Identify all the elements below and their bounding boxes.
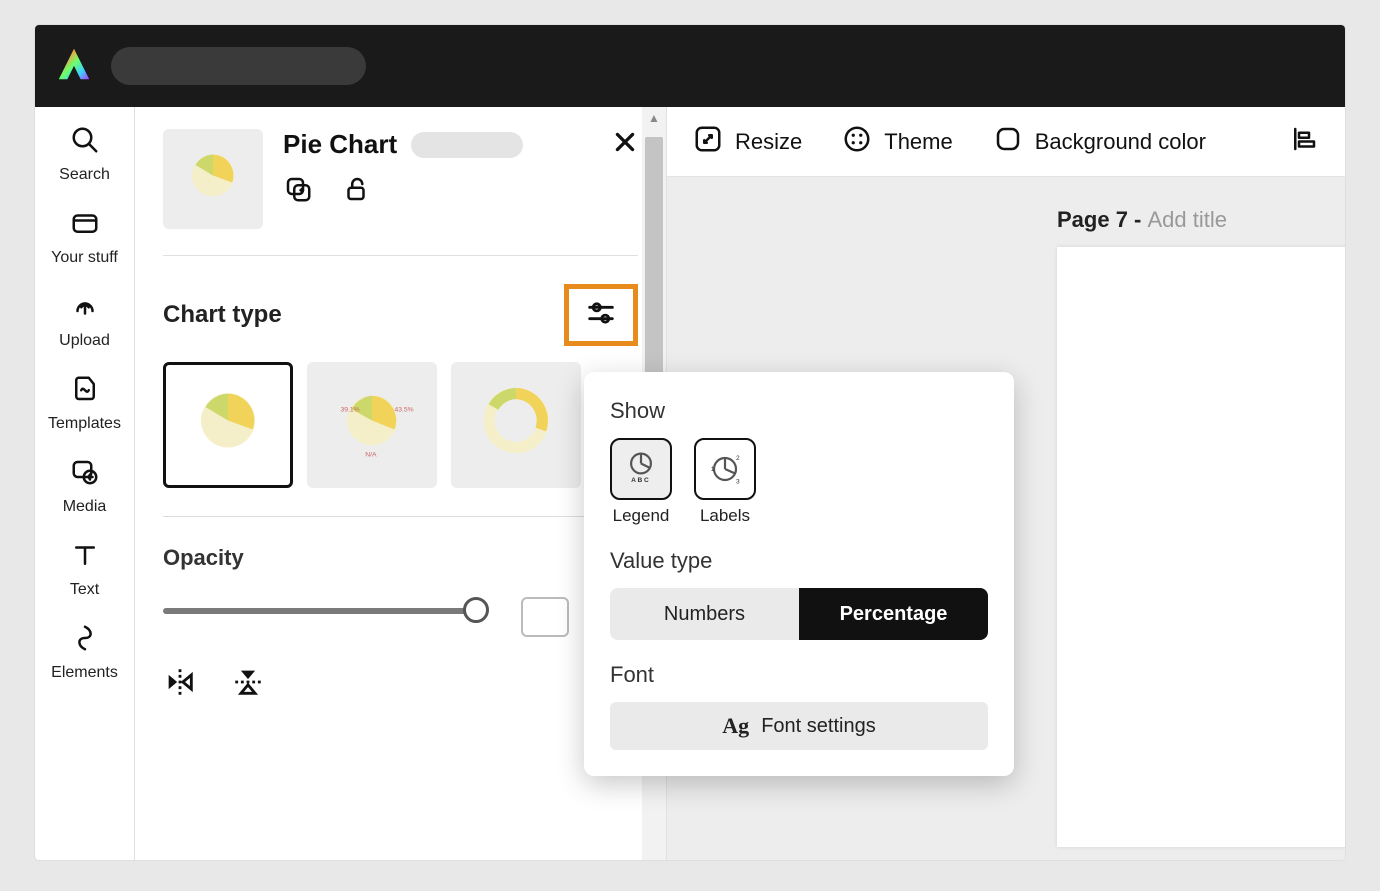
value-type-numbers[interactable]: Numbers xyxy=(610,588,799,640)
topbar xyxy=(35,25,1345,107)
value-type-segmented: Numbers Percentage xyxy=(610,588,988,640)
font-settings-label: Font settings xyxy=(761,715,876,738)
svg-text:2: 2 xyxy=(736,455,740,462)
svg-text:N/A: N/A xyxy=(365,452,377,459)
toolbar-label: Resize xyxy=(735,129,802,155)
adobe-logo-icon xyxy=(55,45,93,88)
slider-track xyxy=(163,608,483,614)
templates-icon xyxy=(70,374,100,409)
toolbar-label: Theme xyxy=(884,129,952,155)
show-label: Labels xyxy=(700,506,750,526)
chart-settings-button[interactable] xyxy=(564,284,638,346)
popover-font-label: Font xyxy=(610,662,988,688)
upload-icon xyxy=(70,291,100,326)
popover-value-type-label: Value type xyxy=(610,548,988,574)
text-icon xyxy=(70,540,100,575)
slider-thumb[interactable] xyxy=(463,597,489,623)
rail-elements[interactable]: Elements xyxy=(35,623,134,682)
font-icon: Ag xyxy=(722,713,749,739)
document-title-field[interactable] xyxy=(111,47,366,85)
panel-title: Pie Chart xyxy=(283,129,397,160)
elements-icon xyxy=(70,623,100,658)
opacity-slider[interactable] xyxy=(163,597,638,623)
canvas-toolbar: Resize Theme Background color xyxy=(667,107,1345,177)
media-icon xyxy=(70,457,100,492)
show-label: Legend xyxy=(613,506,670,526)
search-icon xyxy=(70,125,100,160)
rail-templates[interactable]: Templates xyxy=(35,374,134,433)
rail-search[interactable]: Search xyxy=(35,125,134,184)
scroll-up-arrow[interactable]: ▲ xyxy=(642,107,666,129)
rail-label: Your stuff xyxy=(51,249,118,267)
chart-type-pie-labeled[interactable]: 39.1% 43.5% N/A xyxy=(307,362,437,488)
left-rail: Search Your stuff Upload Templates Media… xyxy=(35,107,135,860)
show-labels-toggle[interactable]: 1 2 3 Labels xyxy=(694,438,756,526)
svg-text:43.5%: 43.5% xyxy=(395,407,414,414)
svg-text:A B C: A B C xyxy=(631,477,649,484)
popover-show-label: Show xyxy=(610,398,988,424)
folder-icon xyxy=(70,208,100,243)
svg-text:1: 1 xyxy=(711,466,715,473)
background-color-button[interactable]: Background color xyxy=(993,124,1206,159)
duplicate-button[interactable] xyxy=(283,174,313,209)
theme-button[interactable]: Theme xyxy=(842,124,952,159)
rail-label: Media xyxy=(63,498,107,516)
labels-icon: 1 2 3 xyxy=(694,438,756,500)
rail-text[interactable]: Text xyxy=(35,540,134,599)
sliders-icon xyxy=(584,296,618,335)
rail-media[interactable]: Media xyxy=(35,457,134,516)
svg-text:39.1%: 39.1% xyxy=(341,407,360,414)
show-legend-toggle[interactable]: A B C Legend xyxy=(610,438,672,526)
rail-your-stuff[interactable]: Your stuff xyxy=(35,208,134,267)
rail-label: Upload xyxy=(59,332,110,350)
legend-icon: A B C xyxy=(610,438,672,500)
title-chip xyxy=(411,132,523,158)
chart-type-donut[interactable] xyxy=(451,362,581,488)
value-type-percentage[interactable]: Percentage xyxy=(799,588,988,640)
background-color-icon xyxy=(993,124,1023,159)
opacity-section: Opacity xyxy=(163,545,638,704)
resize-button[interactable]: Resize xyxy=(693,124,802,159)
rail-upload[interactable]: Upload xyxy=(35,291,134,350)
toolbar-label: Background color xyxy=(1035,129,1206,155)
svg-text:3: 3 xyxy=(736,478,740,485)
flip-vertical-button[interactable] xyxy=(231,665,265,704)
chart-type-pie[interactable] xyxy=(163,362,293,488)
align-icon xyxy=(1289,124,1319,159)
font-settings-button[interactable]: Ag Font settings xyxy=(610,702,988,750)
chart-thumbnail xyxy=(163,129,263,229)
rail-label: Text xyxy=(70,581,99,599)
flip-horizontal-button[interactable] xyxy=(163,665,197,704)
unlock-button[interactable] xyxy=(341,174,371,209)
rail-label: Search xyxy=(59,166,110,184)
section-title: Opacity xyxy=(163,545,244,570)
resize-icon xyxy=(693,124,723,159)
align-button[interactable] xyxy=(1289,124,1319,159)
page-title-placeholder: Add title xyxy=(1147,207,1227,232)
panel-header: Pie Chart xyxy=(163,129,638,256)
chart-type-section: Chart type 39.1% 43.5% N/A xyxy=(163,284,638,517)
theme-icon xyxy=(842,124,872,159)
page-number: Page 7 - xyxy=(1057,207,1147,232)
opacity-input[interactable] xyxy=(521,597,569,637)
page-label[interactable]: Page 7 - Add title xyxy=(1057,207,1227,233)
chart-settings-popover: Show A B C Legend 123 Labels Value type … xyxy=(584,372,1014,776)
close-panel-button[interactable] xyxy=(612,129,638,160)
rail-label: Templates xyxy=(48,415,121,433)
rail-label: Elements xyxy=(51,664,118,682)
page-surface[interactable] xyxy=(1057,247,1345,847)
section-title: Chart type xyxy=(163,301,282,329)
